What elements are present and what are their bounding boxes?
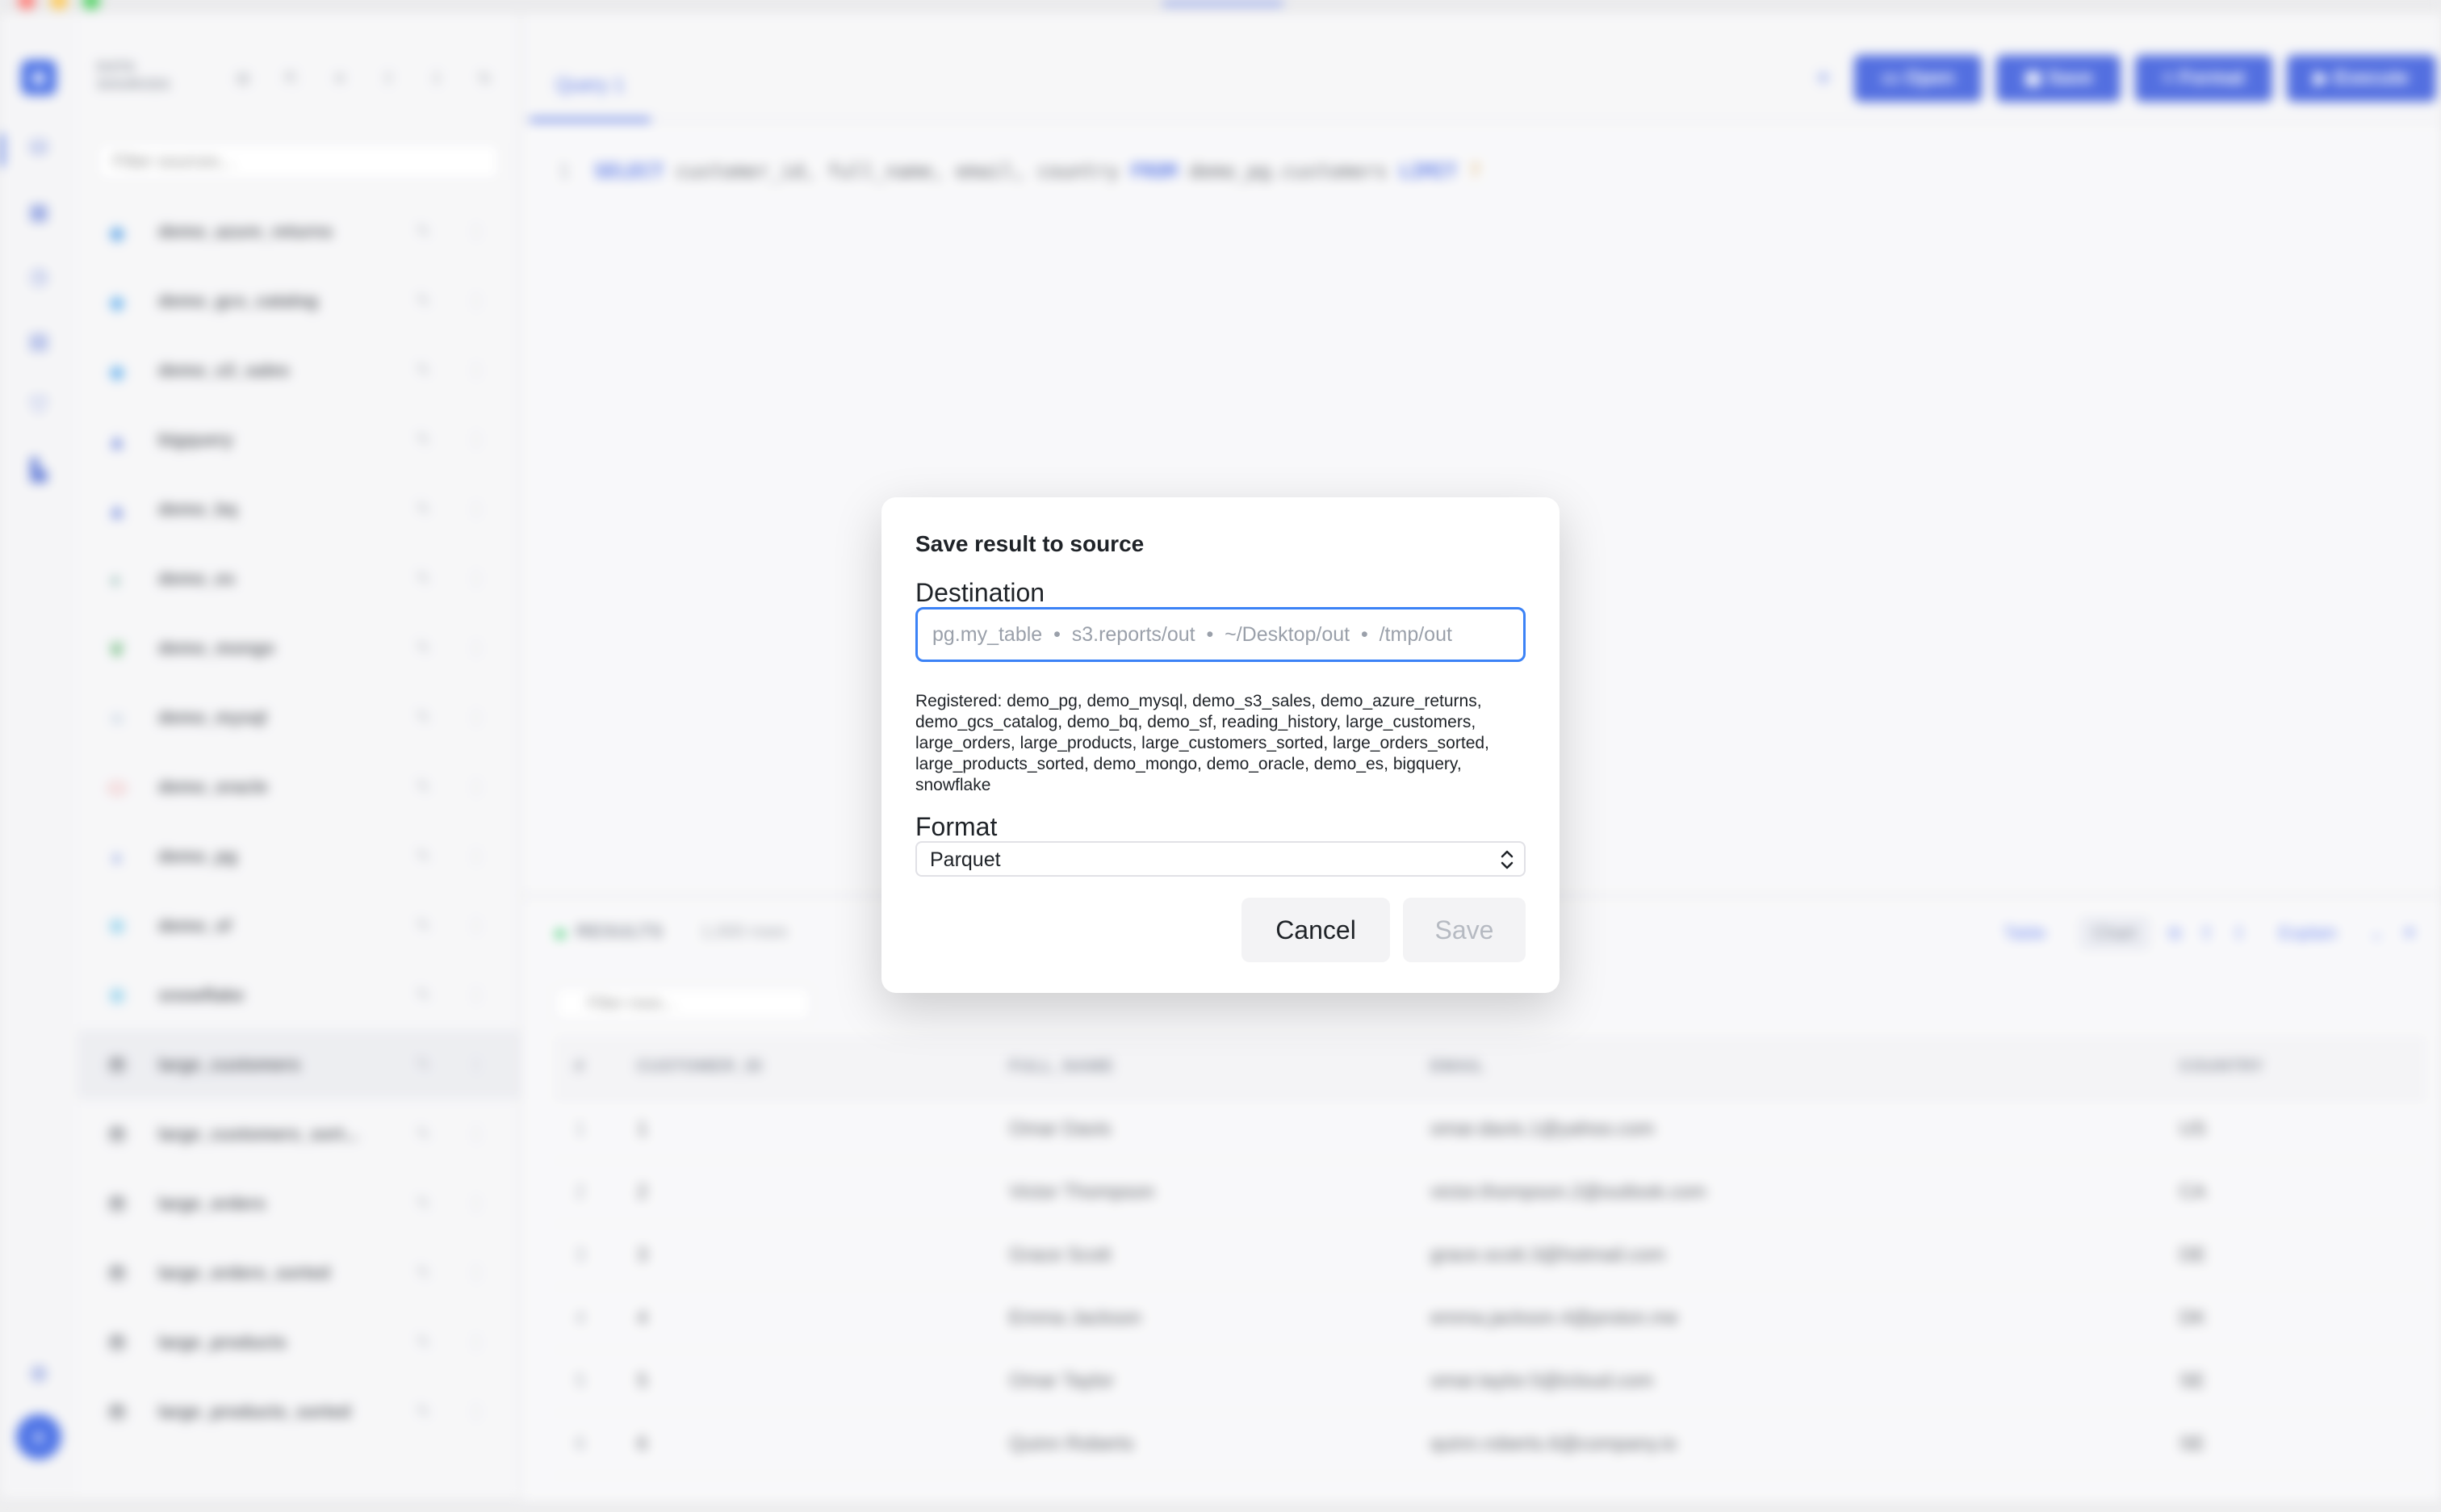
- dialog-title: Save result to source: [915, 531, 1145, 556]
- destination-input[interactable]: [915, 607, 1526, 662]
- format-label: Format: [915, 812, 998, 841]
- destination-label: Destination: [915, 578, 1045, 607]
- registered-sources-text: Registered: demo_pg, demo_mysql, demo_s3…: [915, 692, 1489, 794]
- save-button[interactable]: Save: [1403, 898, 1526, 962]
- cancel-button[interactable]: Cancel: [1241, 898, 1390, 962]
- format-select[interactable]: Parquet: [915, 841, 1526, 877]
- save-result-dialog: Save result to source Destination Regist…: [881, 497, 1560, 993]
- up-down-chevron-icon: [1501, 850, 1514, 869]
- format-select-value: Parquet: [930, 848, 1001, 871]
